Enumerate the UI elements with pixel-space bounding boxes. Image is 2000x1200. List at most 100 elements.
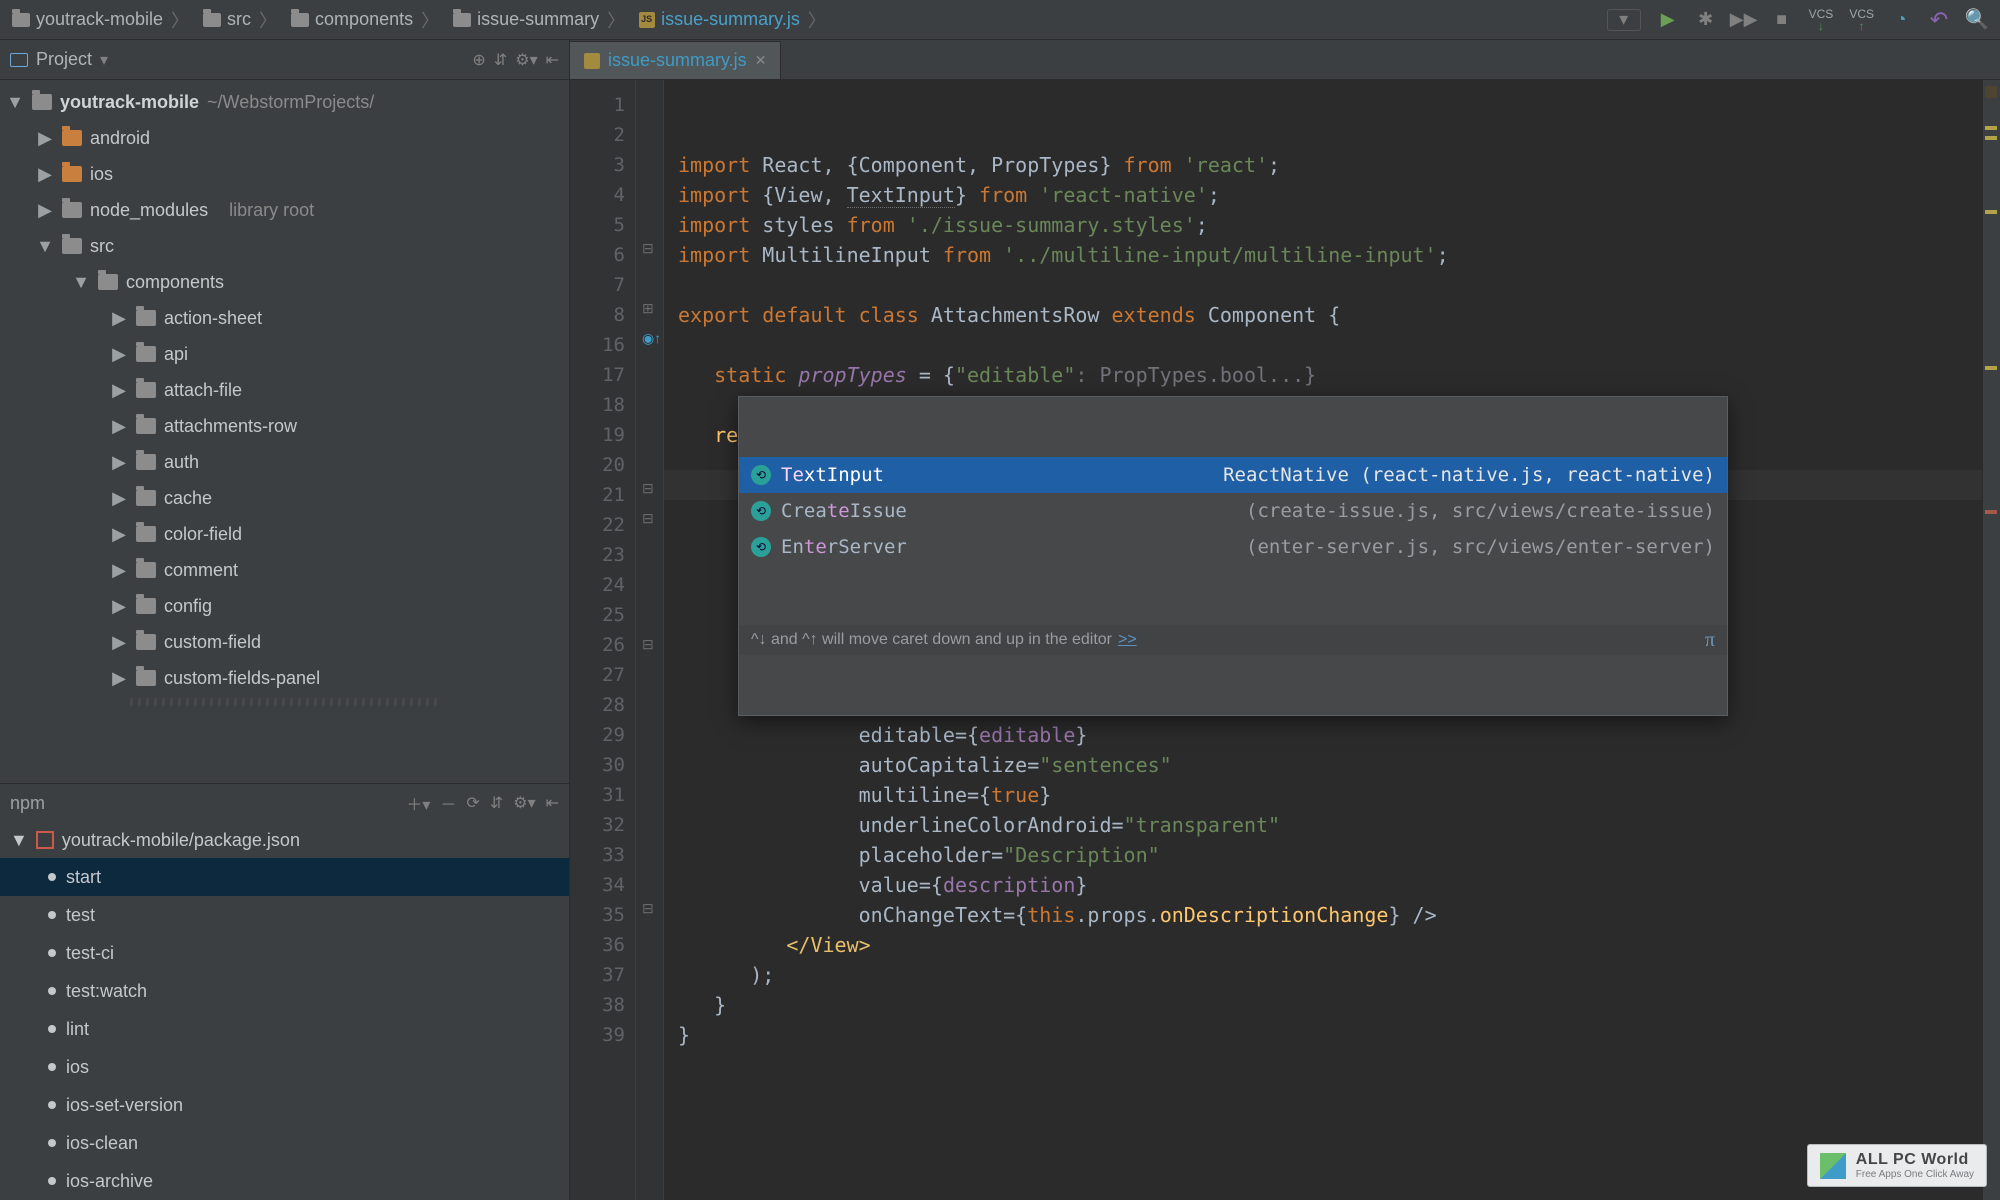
tree-item-components[interactable]: ▼components: [0, 264, 569, 300]
breadcrumb[interactable]: youtrack-mobile〉 src〉 components〉 issue-…: [6, 7, 1607, 33]
stop-icon[interactable]: ■: [1771, 9, 1793, 31]
line-number[interactable]: 17: [570, 360, 625, 390]
tree-item[interactable]: ▶config: [0, 588, 569, 624]
tree-item[interactable]: ▶comment: [0, 552, 569, 588]
line-number[interactable]: 1: [570, 90, 625, 120]
line-number[interactable]: 8: [570, 300, 625, 330]
locate-icon[interactable]: ⊕: [472, 50, 485, 70]
completion-item[interactable]: ⟲EnterServer(enter-server.js, src/views/…: [739, 529, 1727, 565]
gear-icon[interactable]: ⚙▾: [515, 50, 537, 70]
revert-icon[interactable]: ↶: [1928, 9, 1950, 31]
chevron-right-icon[interactable]: ▶: [110, 308, 128, 329]
fold-icon[interactable]: ⊟: [642, 240, 654, 257]
fold-icon[interactable]: ⊟: [642, 636, 654, 653]
line-number[interactable]: 29: [570, 720, 625, 750]
chevron-right-icon[interactable]: ▶: [110, 596, 128, 617]
line-number[interactable]: 3: [570, 150, 625, 180]
project-tree[interactable]: ▼ youtrack-mobile ~/WebstormProjects/ ▶a…: [0, 80, 569, 783]
line-number[interactable]: 2: [570, 120, 625, 150]
line-number[interactable]: 33: [570, 840, 625, 870]
line-number[interactable]: 28: [570, 690, 625, 720]
line-number[interactable]: 16: [570, 330, 625, 360]
npm-script-item[interactable]: test: [0, 896, 569, 934]
project-tool-header[interactable]: Project ▾ ⊕ ⇵ ⚙▾ ⇤: [0, 40, 570, 79]
completion-item[interactable]: ⟲TextInputReactNative (react-native.js, …: [739, 457, 1727, 493]
chevron-right-icon[interactable]: ▶: [36, 128, 54, 149]
tree-item[interactable]: ▶custom-fields-panel: [0, 660, 569, 696]
run-config-dropdown[interactable]: ▾: [1607, 9, 1641, 31]
line-number[interactable]: 31: [570, 780, 625, 810]
line-number[interactable]: 36: [570, 930, 625, 960]
code-completion-popup[interactable]: ⟲TextInputReactNative (react-native.js, …: [738, 396, 1728, 716]
fold-icon[interactable]: ⊟: [642, 900, 654, 917]
chevron-down-icon[interactable]: ▼: [36, 236, 54, 257]
line-gutter[interactable]: 1234567816171819202122232425262728293031…: [570, 80, 636, 1200]
line-number[interactable]: 27: [570, 660, 625, 690]
npm-script-item[interactable]: ios-clean: [0, 1124, 569, 1162]
line-number[interactable]: 37: [570, 960, 625, 990]
line-number[interactable]: 24: [570, 570, 625, 600]
hide-icon[interactable]: ⇤: [546, 50, 559, 70]
debug-icon[interactable]: ✱: [1695, 9, 1717, 31]
coverage-icon[interactable]: ▶▶: [1733, 9, 1755, 31]
npm-script-item[interactable]: test:watch: [0, 972, 569, 1010]
line-number[interactable]: 4: [570, 180, 625, 210]
line-number[interactable]: 26: [570, 630, 625, 660]
line-number[interactable]: 25: [570, 600, 625, 630]
line-number[interactable]: 18: [570, 390, 625, 420]
tree-item[interactable]: ▶custom-field: [0, 624, 569, 660]
line-number[interactable]: 19: [570, 420, 625, 450]
vcs-commit-icon[interactable]: VCS↑: [1849, 8, 1874, 32]
tree-item[interactable]: ▶api: [0, 336, 569, 372]
inspection-status-icon[interactable]: [1985, 86, 1997, 98]
line-number[interactable]: 21: [570, 480, 625, 510]
npm-script-item[interactable]: start: [0, 858, 569, 896]
chevron-right-icon[interactable]: ▶: [110, 488, 128, 509]
remove-icon[interactable]: －: [440, 791, 456, 815]
chevron-down-icon[interactable]: ▼: [72, 272, 90, 293]
chevron-right-icon[interactable]: ▶: [110, 452, 128, 473]
fold-icon[interactable]: ⊞: [642, 300, 654, 317]
popup-hint-link[interactable]: >>: [1118, 625, 1137, 655]
code-editor[interactable]: 1234567816171819202122232425262728293031…: [570, 80, 2000, 1200]
tree-item[interactable]: ▶attachments-row: [0, 408, 569, 444]
chevron-right-icon[interactable]: ▶: [110, 560, 128, 581]
add-icon[interactable]: ＋▾: [406, 791, 430, 815]
npm-script-item[interactable]: ios: [0, 1048, 569, 1086]
dropdown-icon[interactable]: ▾: [100, 50, 108, 70]
override-icon[interactable]: ◉↑: [642, 330, 661, 347]
completion-item[interactable]: ⟲CreateIssue(create-issue.js, src/views/…: [739, 493, 1727, 529]
npm-script-item[interactable]: ios-archive: [0, 1162, 569, 1200]
search-icon[interactable]: 🔍: [1966, 9, 1988, 31]
tree-root[interactable]: ▼ youtrack-mobile ~/WebstormProjects/: [0, 84, 569, 120]
chevron-down-icon[interactable]: ▼: [6, 92, 24, 113]
collapse-icon[interactable]: ⇵: [494, 50, 507, 70]
line-number[interactable]: 32: [570, 810, 625, 840]
tree-item-src[interactable]: ▼src: [0, 228, 569, 264]
line-number[interactable]: 34: [570, 870, 625, 900]
tree-item-node-modules[interactable]: ▶node_modules library root: [0, 192, 569, 228]
npm-script-item[interactable]: test-ci: [0, 934, 569, 972]
pi-icon[interactable]: π: [1705, 625, 1715, 655]
error-stripe[interactable]: [1982, 80, 2000, 1200]
run-icon[interactable]: ▶: [1657, 9, 1679, 31]
fold-icon[interactable]: ⊟: [642, 510, 654, 527]
history-icon[interactable]: ◔: [1890, 9, 1912, 31]
collapse-icon[interactable]: ⇵: [490, 793, 503, 813]
refresh-icon[interactable]: ⟳: [466, 793, 479, 813]
tree-item-android[interactable]: ▶android: [0, 120, 569, 156]
chevron-right-icon[interactable]: ▶: [110, 380, 128, 401]
npm-script-item[interactable]: ios-set-version: [0, 1086, 569, 1124]
line-number[interactable]: 23: [570, 540, 625, 570]
npm-script-item[interactable]: lint: [0, 1010, 569, 1048]
line-number[interactable]: 38: [570, 990, 625, 1020]
tree-item-ios[interactable]: ▶ios: [0, 156, 569, 192]
line-number[interactable]: 7: [570, 270, 625, 300]
chevron-right-icon[interactable]: ▶: [110, 668, 128, 689]
line-number[interactable]: 5: [570, 210, 625, 240]
tree-item[interactable]: ▶attach-file: [0, 372, 569, 408]
npm-root[interactable]: ▼ youtrack-mobile/package.json: [0, 822, 569, 858]
gear-icon[interactable]: ⚙▾: [513, 793, 535, 813]
chevron-right-icon[interactable]: ▶: [110, 524, 128, 545]
chevron-down-icon[interactable]: ▼: [10, 830, 28, 851]
